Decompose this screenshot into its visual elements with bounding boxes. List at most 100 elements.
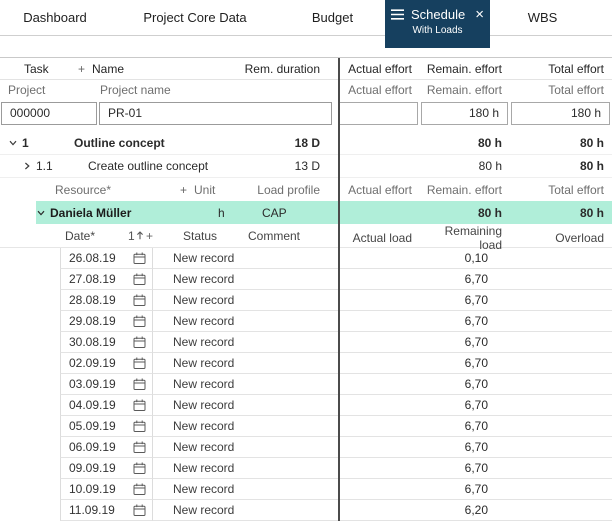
- remaining-load-cell[interactable]: 6,70: [420, 482, 510, 496]
- collapse-chevron-down-icon[interactable]: [8, 138, 22, 148]
- tab-schedule-sublabel: With Loads: [412, 25, 462, 36]
- col-actual-effort: Actual effort: [338, 62, 420, 76]
- col-task: Task: [24, 62, 78, 76]
- remaining-load-cell[interactable]: 6,70: [420, 398, 510, 412]
- remaining-load-cell[interactable]: 6,70: [420, 356, 510, 370]
- task-header-row: Task + Name Rem. duration Actual effort …: [0, 58, 612, 80]
- calendar-icon[interactable]: [133, 420, 146, 432]
- project-actual-effort-cell[interactable]: [339, 102, 418, 125]
- project-total-effort-cell[interactable]: 180 h: [511, 102, 610, 125]
- date-cell[interactable]: 28.08.19: [60, 290, 153, 311]
- project-id-cell[interactable]: 000000: [1, 102, 97, 125]
- calendar-icon[interactable]: [133, 504, 146, 516]
- menu-icon[interactable]: [391, 9, 404, 20]
- status-value: New record: [173, 251, 234, 265]
- remaining-load-cell[interactable]: 6,70: [420, 293, 510, 307]
- calendar-icon[interactable]: [133, 357, 146, 369]
- task-remain-effort: 80 h: [420, 159, 510, 173]
- col-resource: Resource*: [55, 183, 180, 197]
- tab-dashboard[interactable]: Dashboard: [0, 0, 110, 35]
- date-cell[interactable]: 06.09.19: [60, 437, 153, 458]
- col-rem-duration: Rem. duration: [245, 62, 338, 76]
- col-status: Status: [183, 229, 248, 243]
- status-value: New record: [173, 272, 234, 286]
- date-value: 03.09.19: [69, 377, 116, 391]
- remaining-load-cell[interactable]: 6,70: [420, 335, 510, 349]
- tab-budget[interactable]: Budget: [280, 0, 385, 35]
- date-cell[interactable]: 10.09.19: [60, 479, 153, 500]
- remaining-load-cell[interactable]: 0,10: [420, 251, 510, 265]
- date-value: 09.09.19: [69, 461, 116, 475]
- col-actual-effort: Actual effort: [338, 83, 420, 97]
- expand-chevron-right-icon[interactable]: [22, 161, 36, 171]
- date-value: 29.08.19: [69, 314, 116, 328]
- task-rem-duration[interactable]: 18 D: [295, 136, 338, 150]
- row-indent: [0, 395, 60, 416]
- date-value: 10.09.19: [69, 482, 116, 496]
- date-value: 28.08.19: [69, 293, 116, 307]
- calendar-icon[interactable]: [133, 252, 146, 264]
- project-header-row: Project Project name Actual effort Remai…: [0, 80, 612, 100]
- project-name-input[interactable]: [99, 102, 332, 125]
- task-rem-duration[interactable]: 13 D: [295, 159, 338, 173]
- calendar-icon[interactable]: [133, 399, 146, 411]
- task-name[interactable]: Outline concept: [74, 136, 295, 150]
- task-id: 1.1: [36, 159, 88, 173]
- load-row: 30.08.19 New record 6,70: [0, 332, 612, 353]
- collapse-chevron-down-icon[interactable]: [36, 208, 50, 218]
- date-cell[interactable]: 09.09.19: [60, 458, 153, 479]
- date-cell[interactable]: 11.09.19: [60, 500, 153, 521]
- status-value: New record: [173, 440, 234, 454]
- calendar-icon[interactable]: [133, 378, 146, 390]
- add-resource-button[interactable]: +: [180, 183, 194, 197]
- project-remain-effort-cell[interactable]: 180 h: [421, 102, 508, 125]
- load-row: 27.08.19 New record 6,70: [0, 269, 612, 290]
- date-cell[interactable]: 30.08.19: [60, 332, 153, 353]
- remaining-load-cell[interactable]: 6,70: [420, 440, 510, 454]
- tab-project-core-data[interactable]: Project Core Data: [110, 0, 280, 35]
- task-remain-effort: 80 h: [420, 136, 510, 150]
- close-icon[interactable]: ×: [475, 7, 484, 22]
- load-row: 29.08.19 New record 6,70: [0, 311, 612, 332]
- calendar-icon[interactable]: [133, 294, 146, 306]
- date-cell[interactable]: 03.09.19: [60, 374, 153, 395]
- add-task-button[interactable]: +: [78, 62, 92, 76]
- task-row-1: 1 Outline concept 18 D 80 h 80 h: [0, 132, 612, 155]
- date-cell[interactable]: 05.09.19: [60, 416, 153, 437]
- resource-load-profile: CAP: [258, 206, 338, 220]
- date-cell[interactable]: 02.09.19: [60, 353, 153, 374]
- arrow-up-icon: [136, 231, 144, 240]
- col-total-effort: Total effort: [510, 183, 612, 197]
- remaining-load-cell[interactable]: 6,70: [420, 377, 510, 391]
- col-load-profile: Load profile: [234, 183, 338, 197]
- calendar-icon[interactable]: [133, 315, 146, 327]
- resource-name[interactable]: Daniela Müller: [50, 206, 218, 220]
- date-value: 04.09.19: [69, 398, 116, 412]
- date-cell[interactable]: 26.08.19: [60, 248, 153, 269]
- remaining-load-cell[interactable]: 6,70: [420, 419, 510, 433]
- remaining-load-cell[interactable]: 6,70: [420, 314, 510, 328]
- date-value: 26.08.19: [69, 251, 116, 265]
- calendar-icon[interactable]: [133, 462, 146, 474]
- task-name[interactable]: Create outline concept: [88, 159, 295, 173]
- task-total-effort: 80 h: [510, 136, 612, 150]
- calendar-icon[interactable]: [133, 441, 146, 453]
- remaining-load-cell[interactable]: 6,70: [420, 272, 510, 286]
- remaining-load-cell[interactable]: 6,70: [420, 461, 510, 475]
- tab-wbs[interactable]: WBS: [490, 0, 595, 35]
- sort-ascending-control[interactable]: 1: [128, 229, 146, 243]
- calendar-icon[interactable]: [133, 336, 146, 348]
- col-date: Date*: [65, 229, 128, 243]
- calendar-icon[interactable]: [133, 273, 146, 285]
- row-indent: [0, 290, 60, 311]
- date-cell[interactable]: 04.09.19: [60, 395, 153, 416]
- tab-schedule[interactable]: Schedule × With Loads: [385, 0, 490, 48]
- add-load-row-button[interactable]: +: [146, 229, 160, 243]
- calendar-icon[interactable]: [133, 483, 146, 495]
- resource-remain-effort: 80 h: [420, 206, 510, 220]
- status-value: New record: [173, 461, 234, 475]
- date-cell[interactable]: 29.08.19: [60, 311, 153, 332]
- status-value: New record: [173, 419, 234, 433]
- task-id: 1: [22, 136, 74, 150]
- date-cell[interactable]: 27.08.19: [60, 269, 153, 290]
